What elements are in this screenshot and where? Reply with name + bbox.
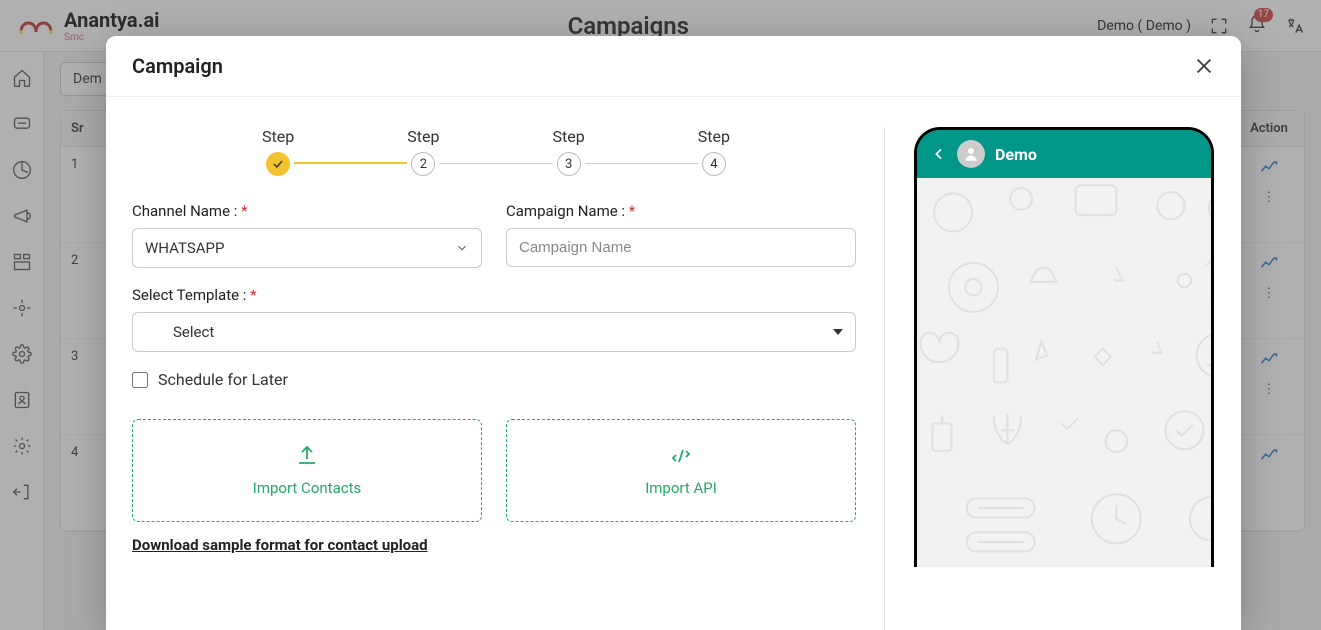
step-2-dot[interactable]: 2 <box>411 152 435 176</box>
template-label: Select Template : * <box>132 286 856 304</box>
phone-back-icon <box>931 146 947 162</box>
step-3-dot[interactable]: 3 <box>557 152 581 176</box>
campaign-name-label: Campaign Name : * <box>506 202 856 220</box>
chevron-down-icon <box>455 241 469 255</box>
step-1-dot[interactable] <box>266 152 290 176</box>
whatsapp-doodle-bg <box>917 178 1211 567</box>
import-api-button[interactable]: Import API <box>506 419 856 522</box>
campaign-modal: Campaign Step Step 2 Step 3 Step 4 Chann… <box>106 36 1241 630</box>
channel-label: Channel Name : * <box>132 202 482 220</box>
avatar <box>957 140 985 168</box>
api-icon <box>669 444 693 468</box>
campaign-name-input[interactable] <box>506 228 856 267</box>
stepper: Step Step 2 Step 3 Step 4 <box>132 127 856 176</box>
import-contacts-button[interactable]: Import Contacts <box>132 419 482 522</box>
close-icon[interactable] <box>1193 55 1215 77</box>
caret-down-icon <box>833 329 843 335</box>
schedule-checkbox[interactable] <box>132 372 148 388</box>
upload-icon <box>295 444 319 468</box>
schedule-label: Schedule for Later <box>158 370 288 389</box>
modal-title: Campaign <box>132 54 223 78</box>
download-sample-link[interactable]: Download sample format for contact uploa… <box>132 536 428 554</box>
phone-contact-name: Demo <box>995 145 1037 164</box>
channel-select[interactable]: WHATSAPP <box>132 228 482 268</box>
template-select[interactable]: Select <box>132 312 856 352</box>
phone-preview: Demo <box>914 127 1214 567</box>
step-4-dot[interactable]: 4 <box>702 152 726 176</box>
